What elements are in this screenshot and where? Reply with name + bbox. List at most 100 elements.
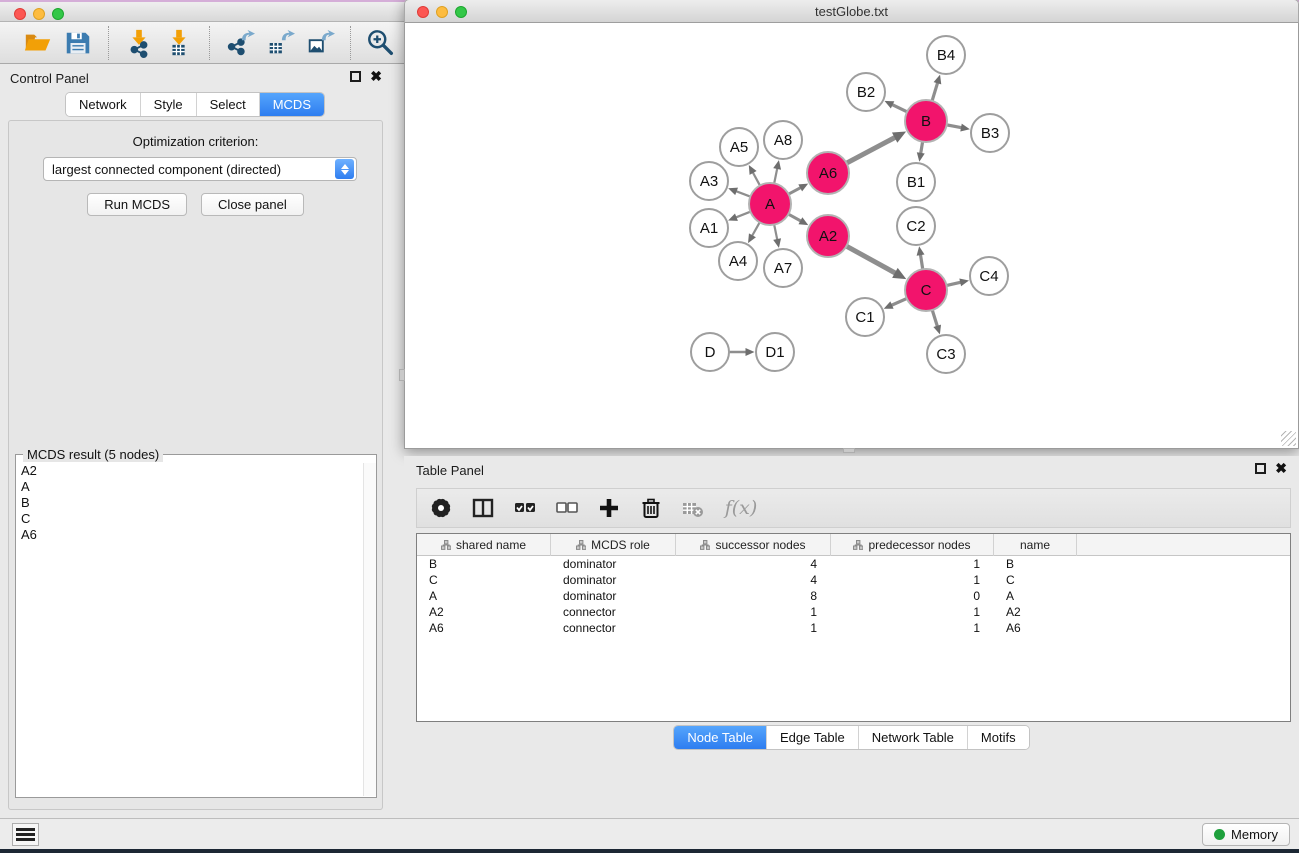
arrowhead-icon	[959, 278, 969, 286]
export-image-button[interactable]	[300, 27, 340, 59]
edge-C-C3[interactable]	[932, 308, 938, 328]
table-cell: A6	[417, 620, 551, 636]
open-folder-button[interactable]	[18, 27, 58, 59]
table-row[interactable]: Adominator80A	[417, 588, 1290, 604]
memory-button[interactable]: Memory	[1202, 823, 1290, 846]
table-cell: B	[417, 556, 551, 572]
mcds-result-list[interactable]: A2ABCA6	[17, 463, 362, 796]
run-mcds-button[interactable]: Run MCDS	[87, 193, 187, 216]
split-columns-button[interactable]	[469, 494, 497, 522]
tab-motifs[interactable]: Motifs	[967, 726, 1029, 749]
vertical-scroll-thumb[interactable]	[399, 369, 405, 381]
arrowhead-icon	[933, 325, 941, 335]
table-cell: 1	[676, 604, 831, 620]
table-cell: 1	[676, 620, 831, 636]
result-item[interactable]: A	[17, 479, 362, 495]
edge-A2-C[interactable]	[845, 245, 897, 274]
save-floppy-icon	[63, 28, 93, 58]
import-table-icon	[164, 28, 194, 58]
save-floppy-button[interactable]	[58, 27, 98, 59]
column-header-filler	[1077, 534, 1290, 556]
result-item[interactable]: B	[17, 495, 362, 511]
trash-icon	[640, 497, 662, 519]
table-cell: dominator	[551, 556, 676, 572]
table-cell: dominator	[551, 572, 676, 588]
table-cell: 1	[831, 604, 994, 620]
node-table[interactable]: shared nameMCDS rolesuccessor nodesprede…	[416, 533, 1291, 722]
network-window-title: testGlobe.txt	[405, 4, 1298, 19]
edge-B-B4[interactable]	[932, 81, 939, 102]
gear-icon	[430, 497, 452, 519]
node-label: A5	[730, 139, 748, 156]
column-header-name[interactable]: name	[994, 534, 1077, 556]
result-scrollbar[interactable]	[363, 463, 376, 796]
arrowhead-icon	[728, 188, 738, 195]
network-canvas[interactable]: B4B2BB3A5A8A6A3B1AC2A1A2A4A7C4CC1C3DD1	[404, 23, 1299, 449]
tab-network-table[interactable]: Network Table	[858, 726, 967, 749]
close-panel-button[interactable]: Close panel	[201, 193, 304, 216]
edge-B-B2[interactable]	[891, 104, 909, 113]
result-item[interactable]: C	[17, 511, 362, 527]
tab-mcds[interactable]: MCDS	[259, 93, 324, 116]
function-fx-button: f(x)	[721, 494, 761, 522]
tab-node-table[interactable]: Node Table	[674, 726, 766, 749]
table-row[interactable]: A2connector11A2	[417, 604, 1290, 620]
float-panel-icon[interactable]	[350, 71, 361, 82]
checked-pair-button[interactable]	[511, 494, 539, 522]
tab-edge-table[interactable]: Edge Table	[766, 726, 858, 749]
tab-network[interactable]: Network	[66, 93, 140, 116]
horizontal-scroll-thumb[interactable]	[843, 448, 855, 453]
column-header-MCDS-role[interactable]: MCDS role	[551, 534, 676, 556]
table-cell: 1	[831, 620, 994, 636]
node-label: D	[705, 344, 716, 361]
plus-icon	[598, 497, 620, 519]
criterion-dropdown[interactable]: largest connected component (directed)	[43, 157, 357, 181]
network-view-window: testGlobe.txt B4B2BB3A5A8A6A3B1AC2A1A2A4…	[404, 0, 1299, 449]
task-history-button[interactable]	[12, 823, 39, 846]
tab-select[interactable]: Select	[196, 93, 259, 116]
table-cell: 0	[831, 588, 994, 604]
close-panel-icon[interactable]: ✖	[370, 71, 382, 82]
node-label: B2	[857, 84, 875, 101]
node-label: B4	[937, 47, 955, 64]
column-header-predecessor-nodes[interactable]: predecessor nodes	[831, 534, 994, 556]
table-row[interactable]: A6connector11A6	[417, 620, 1290, 636]
gear-button[interactable]	[427, 494, 455, 522]
table-row[interactable]: Cdominator41C	[417, 572, 1290, 588]
unchecked-pair-icon	[556, 497, 578, 519]
unchecked-pair-button[interactable]	[553, 494, 581, 522]
close-table-panel-icon[interactable]: ✖	[1275, 463, 1287, 474]
tab-style[interactable]: Style	[140, 93, 196, 116]
zoom-in-button[interactable]	[361, 27, 401, 59]
import-table-button[interactable]	[159, 27, 199, 59]
table-toolbar: f(x)	[416, 488, 1291, 528]
table-cell: C	[994, 572, 1077, 588]
result-item[interactable]: A2	[17, 463, 362, 479]
edge-C-C1[interactable]	[890, 298, 908, 306]
export-network-button[interactable]	[220, 27, 260, 59]
column-header-shared-name[interactable]: shared name	[417, 534, 551, 556]
result-item[interactable]: A6	[17, 527, 362, 543]
node-label: A2	[819, 228, 837, 245]
optimization-label: Optimization criterion:	[9, 134, 382, 149]
node-label: C1	[855, 309, 874, 326]
split-columns-icon	[472, 497, 494, 519]
zoom-in-icon	[366, 28, 396, 58]
tree-mini-icon	[700, 540, 710, 550]
edge-A6-B[interactable]	[845, 137, 897, 164]
node-label: B3	[981, 125, 999, 142]
float-table-panel-icon[interactable]	[1255, 463, 1266, 474]
table-cell: C	[417, 572, 551, 588]
delete-table-button	[679, 494, 707, 522]
trash-button[interactable]	[637, 494, 665, 522]
resize-grip[interactable]	[1281, 431, 1296, 446]
network-window-titlebar[interactable]: testGlobe.txt	[404, 0, 1299, 23]
import-network-button[interactable]	[119, 27, 159, 59]
export-network-icon	[225, 28, 255, 58]
export-table-button[interactable]	[260, 27, 300, 59]
column-header-successor-nodes[interactable]: successor nodes	[676, 534, 831, 556]
node-label: A7	[774, 260, 792, 277]
plus-button[interactable]	[595, 494, 623, 522]
table-row[interactable]: Bdominator41B	[417, 556, 1290, 572]
arrowhead-icon	[773, 160, 781, 170]
